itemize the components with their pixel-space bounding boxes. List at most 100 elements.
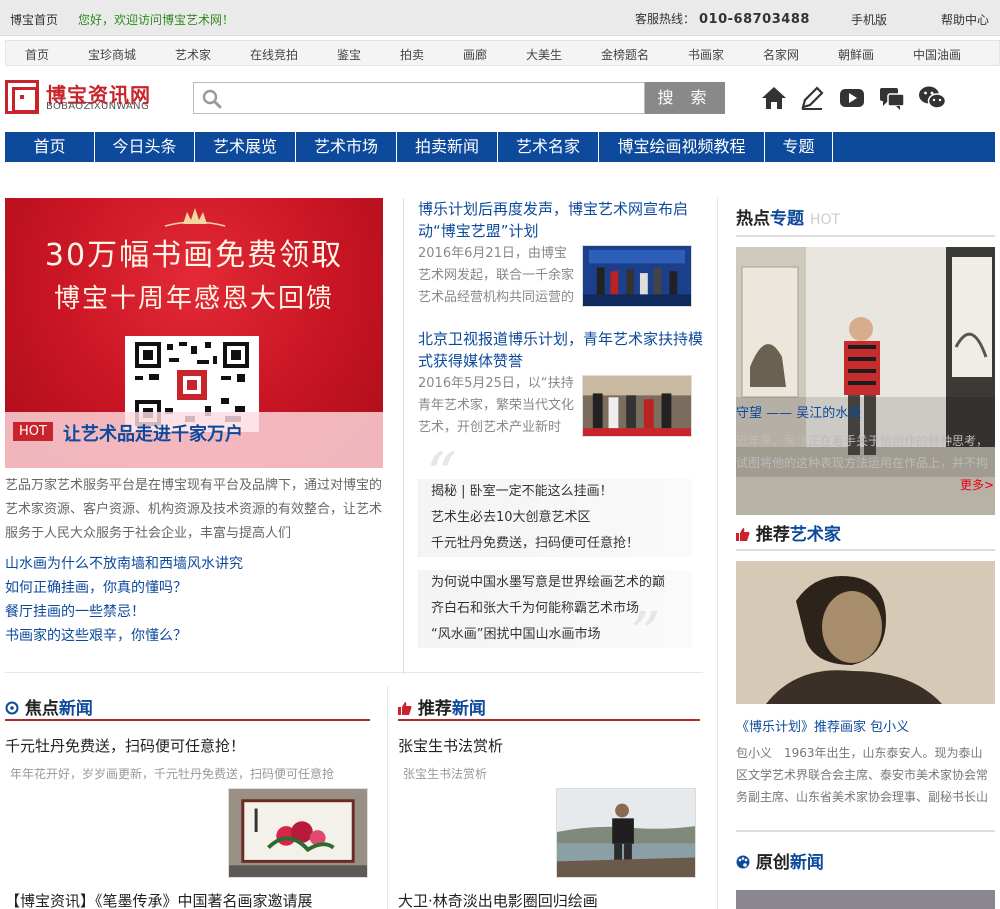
nav-headlines[interactable]: 今日头条: [95, 132, 195, 162]
heading-part: 热点: [736, 209, 770, 229]
list-item[interactable]: 书画家的这些艰辛，你懂么？: [5, 624, 243, 648]
subnav-item[interactable]: 艺术家: [175, 46, 211, 63]
list-item[interactable]: 揭秘 | 卧室一定不能这么挂画！: [418, 479, 692, 505]
subnav-item[interactable]: 书画家: [688, 46, 724, 63]
news-title[interactable]: 大卫·林奇淡出电影圈回归绘画: [398, 890, 598, 909]
banner-headline: 30万幅书画免费领取: [44, 238, 344, 273]
news-title[interactable]: 千元牡丹免费送，扫码便可任意抢！: [5, 735, 245, 756]
news-title[interactable]: 博乐计划后再度发声，博宝艺术网宣布启动“博宝艺盟”计划: [418, 198, 703, 242]
heading-part: 专题: [770, 209, 804, 229]
palette-icon: [736, 855, 750, 869]
recommended-news-heading: 推荐新闻: [398, 694, 486, 719]
subnav-item[interactable]: 首页: [25, 46, 49, 63]
topic-caption[interactable]: 守望 —— 吴江的水墨: [736, 402, 995, 421]
heading-underline: [736, 549, 995, 551]
hotline-number: 010-68703488: [699, 12, 810, 27]
promo-banner[interactable]: 30万幅书画免费领取 博宝十周年感恩大回馈 HOT 让艺术品走进千家万户: [5, 198, 383, 468]
search-input[interactable]: [230, 87, 630, 109]
subnav-item[interactable]: 拍卖: [400, 46, 424, 63]
list-item[interactable]: 如何正确挂画，你真的懂吗？: [5, 576, 243, 600]
heading-underline: [736, 235, 995, 237]
heading-suffix: HOT: [810, 212, 841, 228]
news-thumbnail[interactable]: [582, 375, 692, 437]
topic-image[interactable]: [736, 247, 995, 515]
nav-topics[interactable]: 专题: [765, 132, 833, 162]
heading-underline: [5, 719, 370, 721]
article-list: 揭秘 | 卧室一定不能这么挂画！ 艺术生必去10大创意艺术区 千元牡丹免费送，扫…: [418, 479, 692, 557]
logo-subtitle: BOBAOZIXUNWANG: [46, 101, 150, 112]
pencil-icon[interactable]: [798, 84, 826, 112]
nav-auction-news[interactable]: 拍卖新闻: [397, 132, 498, 162]
heading-part: 新闻: [789, 853, 824, 873]
nav-video-tutorials[interactable]: 博宝绘画视频教程: [599, 132, 765, 162]
news-thumbnail[interactable]: [582, 245, 692, 307]
subnav-item[interactable]: 鉴宝: [337, 46, 361, 63]
heading-underline: [398, 719, 700, 721]
hot-topics-heading: 热点专题 HOT: [736, 204, 840, 229]
heading-part: 新闻: [451, 699, 486, 719]
banner-caption[interactable]: 让艺术品走进千家万户: [63, 420, 243, 446]
news-title[interactable]: 【博宝资讯】《笔墨传承》中国著名画家邀请展: [5, 890, 313, 909]
list-item[interactable]: 餐厅挂画的一些禁忌！: [5, 600, 243, 624]
column-divider: [717, 198, 718, 909]
nav-market[interactable]: 艺术市场: [296, 132, 397, 162]
mobile-version-link[interactable]: 手机版: [851, 11, 887, 28]
logo-icon[interactable]: [5, 80, 39, 114]
heading-part: 焦点: [24, 699, 59, 719]
heading-part: 艺术家: [789, 525, 841, 545]
news-thumbnail[interactable]: [556, 788, 696, 878]
video-icon[interactable]: [838, 84, 866, 112]
hotline: 客服热线： 010-68703488: [635, 10, 810, 27]
heading-part: 推荐: [417, 699, 452, 719]
subnav-item[interactable]: 画廊: [463, 46, 487, 63]
intro-text: 艺品万家艺术服务平台是在博宝现有平台及品牌下，通过对博宝的艺术家资源、客户资源、…: [5, 478, 383, 541]
nav-masters[interactable]: 艺术名家: [498, 132, 599, 162]
artist-name[interactable]: 《博乐计划》推荐画家 包小义: [736, 716, 909, 735]
news-summary: 2016年6月21日，由博宝艺术网发起，联合一千余家艺术品经营机构共同运营的: [418, 246, 575, 305]
hot-badge: HOT: [13, 422, 53, 441]
welcome-text: 您好，欢迎访问博宝艺术网！: [78, 13, 235, 27]
section-divider: [736, 830, 995, 832]
left-link-list: 山水画为什么不放南墙和西墙风水讲究 如何正确挂画，你真的懂吗？ 餐厅挂画的一些禁…: [5, 552, 243, 648]
subnav-item[interactable]: 中国油画: [913, 46, 961, 63]
subnav-item[interactable]: 宝珍商城: [88, 46, 136, 63]
heading-part: 推荐: [755, 525, 790, 545]
sub-nav: 首页 宝珍商城 艺术家 在线竞拍 鉴宝 拍卖 画廊 大美生 金榜题名 书画家 名…: [5, 40, 1000, 66]
wechat-icon[interactable]: [918, 84, 946, 112]
subnav-item[interactable]: 金榜题名: [601, 46, 649, 63]
recommended-artist-heading: 推荐艺术家: [736, 520, 841, 545]
subnav-item[interactable]: 大美生: [526, 46, 562, 63]
search-button[interactable]: 搜 索: [645, 82, 725, 114]
more-link[interactable]: 更多>: [960, 476, 994, 493]
search-icon: [202, 89, 222, 109]
home-icon[interactable]: [760, 84, 788, 112]
column-divider: [387, 686, 388, 909]
help-center-link[interactable]: 帮助中心: [941, 11, 989, 28]
list-item[interactable]: 艺术生必去10大创意艺术区: [418, 505, 692, 531]
heading-part: 原创: [755, 853, 790, 873]
news-summary: 年年花开好，岁岁画更新，千元牡丹免费送，扫码便可任意抢: [10, 767, 335, 781]
list-item[interactable]: 为何说中国水墨写意是世界绘画艺术的巅: [418, 570, 692, 596]
column-divider: [403, 198, 404, 674]
top-home-link[interactable]: 博宝首页: [10, 11, 58, 28]
crown-icon: [164, 208, 226, 227]
subnav-item[interactable]: 朝鲜画: [838, 46, 874, 63]
nav-exhibitions[interactable]: 艺术展览: [195, 132, 296, 162]
artist-photo[interactable]: [736, 561, 995, 704]
news-title[interactable]: 张宝生书法赏析: [398, 735, 503, 756]
subnav-item[interactable]: 在线竞拍: [250, 46, 298, 63]
list-item[interactable]: 千元牡丹免费送，扫码便可任意抢！: [418, 531, 692, 557]
artist-bio: 包小义 1963年出生，山东泰安人。现为泰山区文学艺术界联合会主席、泰安市美术家…: [736, 746, 989, 804]
original-news-thumbnail[interactable]: [736, 890, 995, 909]
nav-home[interactable]: 首页: [5, 132, 95, 162]
thumbs-up-icon: [736, 528, 750, 541]
top-bar: 博宝首页 您好，欢迎访问博宝艺术网！ 客服热线： 010-68703488 手机版…: [0, 0, 1000, 36]
news-thumbnail[interactable]: [228, 788, 368, 878]
subnav-item[interactable]: 名家网: [763, 46, 799, 63]
quote-close-icon: ”: [630, 600, 661, 670]
list-item[interactable]: 山水画为什么不放南墙和西墙风水讲究: [5, 552, 243, 576]
chat-icon[interactable]: [878, 84, 906, 112]
news-title[interactable]: 北京卫视报道博乐计划，青年艺术家扶持模式获得媒体赞誉: [418, 328, 703, 372]
search-box: [193, 82, 645, 114]
news-summary: 2016年5月25日，以“扶持青年艺术家，繁荣当代文化艺术，开创艺术产业新时: [418, 376, 575, 435]
